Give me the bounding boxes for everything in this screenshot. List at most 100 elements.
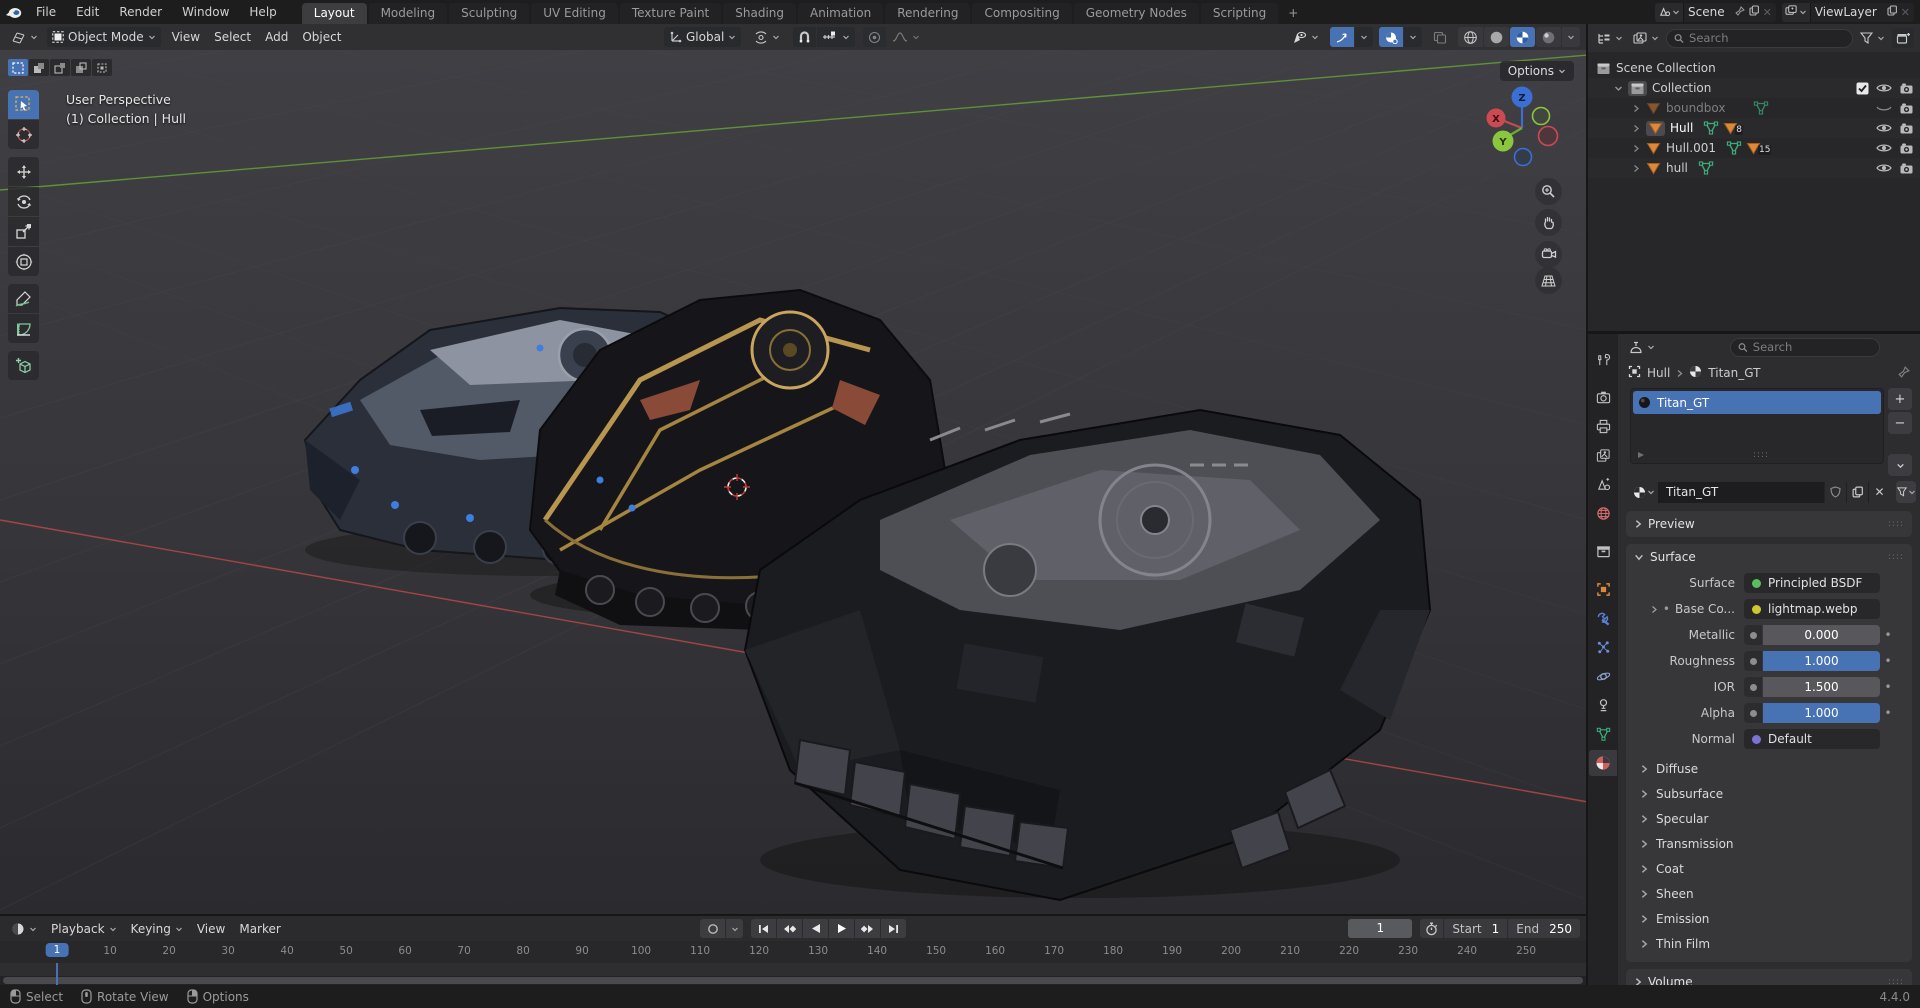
- workspace-tab-compositing[interactable]: Compositing: [972, 3, 1071, 24]
- unlink-material-button[interactable]: ✕: [1868, 482, 1890, 503]
- socket-toggle[interactable]: [1744, 703, 1762, 723]
- properties-tab-material[interactable]: [1589, 750, 1617, 776]
- previous-keyframe-button[interactable]: [777, 919, 802, 938]
- expand-icon[interactable]: [1632, 164, 1646, 173]
- properties-search-input[interactable]: [1753, 340, 1872, 354]
- timeline-menu-marker[interactable]: Marker: [232, 919, 287, 939]
- viewport-menu-add[interactable]: Add: [258, 27, 295, 47]
- jump-to-end-button[interactable]: [881, 919, 906, 938]
- tool-cursor-button[interactable]: [8, 120, 39, 149]
- camera-visibility-icon[interactable]: [1899, 102, 1914, 115]
- proportional-falloff-dropdown[interactable]: [887, 27, 925, 47]
- subpanel-diffuse[interactable]: Diffuse: [1626, 756, 1912, 781]
- workspace-tab-shading[interactable]: Shading: [723, 3, 796, 24]
- viewport-menu-select[interactable]: Select: [207, 27, 258, 47]
- timeline-scrollbar-thumb[interactable]: [3, 977, 1583, 984]
- mode-dropdown[interactable]: Object Mode: [47, 27, 161, 47]
- subpanel-thin-film[interactable]: Thin Film: [1626, 931, 1912, 956]
- subpanel-emission[interactable]: Emission: [1626, 906, 1912, 931]
- eye-icon[interactable]: [1876, 82, 1892, 94]
- properties-tab-constraints[interactable]: [1589, 692, 1617, 718]
- pivot-point-dropdown[interactable]: [749, 27, 785, 47]
- breadcrumb-material[interactable]: Titan_GT: [1708, 366, 1760, 380]
- outliner-row-hull[interactable]: Hull8: [1588, 118, 1920, 138]
- select-mode-invert-button[interactable]: [71, 59, 91, 76]
- visibility-dropdown[interactable]: [1287, 27, 1324, 47]
- overlays-toggle[interactable]: [1379, 27, 1403, 47]
- menu-edit[interactable]: Edit: [66, 0, 109, 24]
- decorator-dot[interactable]: •: [1880, 680, 1896, 694]
- outliner-display-mode-dropdown[interactable]: [1594, 28, 1626, 48]
- tool-scale-button[interactable]: [8, 217, 39, 246]
- outliner-row-boundbox[interactable]: boundbox: [1588, 98, 1920, 118]
- viewport-menu-object[interactable]: Object: [295, 27, 348, 47]
- current-frame-field[interactable]: 1: [1348, 919, 1412, 938]
- subpanel-coat[interactable]: Coat: [1626, 856, 1912, 881]
- slider-metallic[interactable]: 0.000: [1763, 625, 1880, 645]
- workspace-tab-geometry-nodes[interactable]: Geometry Nodes: [1074, 3, 1199, 24]
- properties-tab-modifiers[interactable]: [1589, 605, 1617, 631]
- volume-panel-header[interactable]: Volume ::::: [1626, 969, 1912, 985]
- eye-icon[interactable]: [1876, 162, 1892, 174]
- timeline-scrollbar[interactable]: [0, 976, 1586, 985]
- properties-tab-output[interactable]: [1589, 413, 1617, 439]
- tool-select-box-button[interactable]: [8, 90, 39, 119]
- camera-visibility-icon[interactable]: [1899, 162, 1914, 175]
- workspace-tab-texture-paint[interactable]: Texture Paint: [620, 3, 721, 24]
- menu-window[interactable]: Window: [172, 0, 239, 24]
- pin-icon[interactable]: [1735, 5, 1745, 19]
- material-slot-list[interactable]: Titan_GT ::::: [1630, 388, 1884, 464]
- workspace-tab-modeling[interactable]: Modeling: [369, 3, 448, 24]
- surface-panel-header[interactable]: Surface ::::: [1626, 544, 1912, 570]
- select-mode-intersect-button[interactable]: [92, 59, 112, 76]
- add-workspace-button[interactable]: +: [1280, 3, 1306, 24]
- add-slot-button[interactable]: +: [1888, 388, 1912, 410]
- slot-specials-dropdown[interactable]: [1888, 454, 1912, 476]
- new-copy-icon[interactable]: [1749, 5, 1759, 19]
- timeline-menu-keying[interactable]: Keying: [124, 919, 190, 939]
- outliner-search[interactable]: [1666, 29, 1853, 48]
- workspace-tab-layout[interactable]: Layout: [302, 3, 367, 24]
- remove-slot-button[interactable]: −: [1888, 412, 1912, 434]
- collection-checkbox[interactable]: [1856, 82, 1869, 95]
- select-mode-new-button[interactable]: [8, 59, 28, 76]
- pin-id-icon[interactable]: [1898, 366, 1910, 381]
- properties-search[interactable]: [1730, 338, 1880, 357]
- properties-tab-tool[interactable]: [1589, 346, 1617, 372]
- tool-move-button[interactable]: [8, 157, 39, 186]
- play-reverse-button[interactable]: [803, 919, 828, 938]
- shading-material-button[interactable]: [1510, 27, 1535, 47]
- decorator-dot[interactable]: •: [1880, 628, 1896, 642]
- outliner-filter-id-dropdown[interactable]: [1630, 28, 1662, 48]
- menu-help[interactable]: Help: [239, 0, 286, 24]
- breadcrumb-object[interactable]: Hull: [1647, 366, 1670, 380]
- subpanel-sheen[interactable]: Sheen: [1626, 881, 1912, 906]
- transform-orientation-dropdown[interactable]: Global: [664, 27, 741, 47]
- menu-file[interactable]: File: [26, 0, 66, 24]
- socket-toggle[interactable]: [1744, 651, 1762, 671]
- slider-roughness[interactable]: 1.000: [1763, 651, 1880, 671]
- workspace-tab-rendering[interactable]: Rendering: [885, 3, 970, 24]
- decorator-dot[interactable]: •: [1880, 706, 1896, 720]
- workspace-tab-scripting[interactable]: Scripting: [1201, 3, 1278, 24]
- viewport-canvas[interactable]: User Perspective (1) Collection | Hull O…: [0, 50, 1586, 914]
- scene-browse-button[interactable]: [1655, 3, 1683, 22]
- current-frame-marker[interactable]: 1: [46, 943, 69, 957]
- shading-solid-button[interactable]: [1484, 27, 1509, 47]
- preview-panel-header[interactable]: Preview ::::: [1626, 511, 1912, 537]
- viewport-menu-view[interactable]: View: [165, 27, 207, 47]
- select-mode-extend-button[interactable]: [29, 59, 49, 76]
- decorator-dot[interactable]: •: [1880, 654, 1896, 668]
- material-link-dropdown[interactable]: [1896, 481, 1916, 503]
- socket-toggle[interactable]: [1744, 677, 1762, 697]
- shading-dropdown[interactable]: [1562, 27, 1580, 47]
- timeline-track[interactable]: [0, 963, 1586, 976]
- value-button-normal[interactable]: Default: [1744, 729, 1880, 749]
- tool-rotate-button[interactable]: [8, 187, 39, 216]
- snap-settings-dropdown[interactable]: [817, 27, 855, 47]
- collapse-icon[interactable]: [1614, 84, 1628, 93]
- panel-grip[interactable]: ::::: [1888, 552, 1904, 562]
- auto-keying-dropdown[interactable]: [726, 919, 743, 938]
- resize-grip[interactable]: ::::: [1753, 450, 1769, 460]
- properties-tab-particles[interactable]: [1589, 634, 1617, 660]
